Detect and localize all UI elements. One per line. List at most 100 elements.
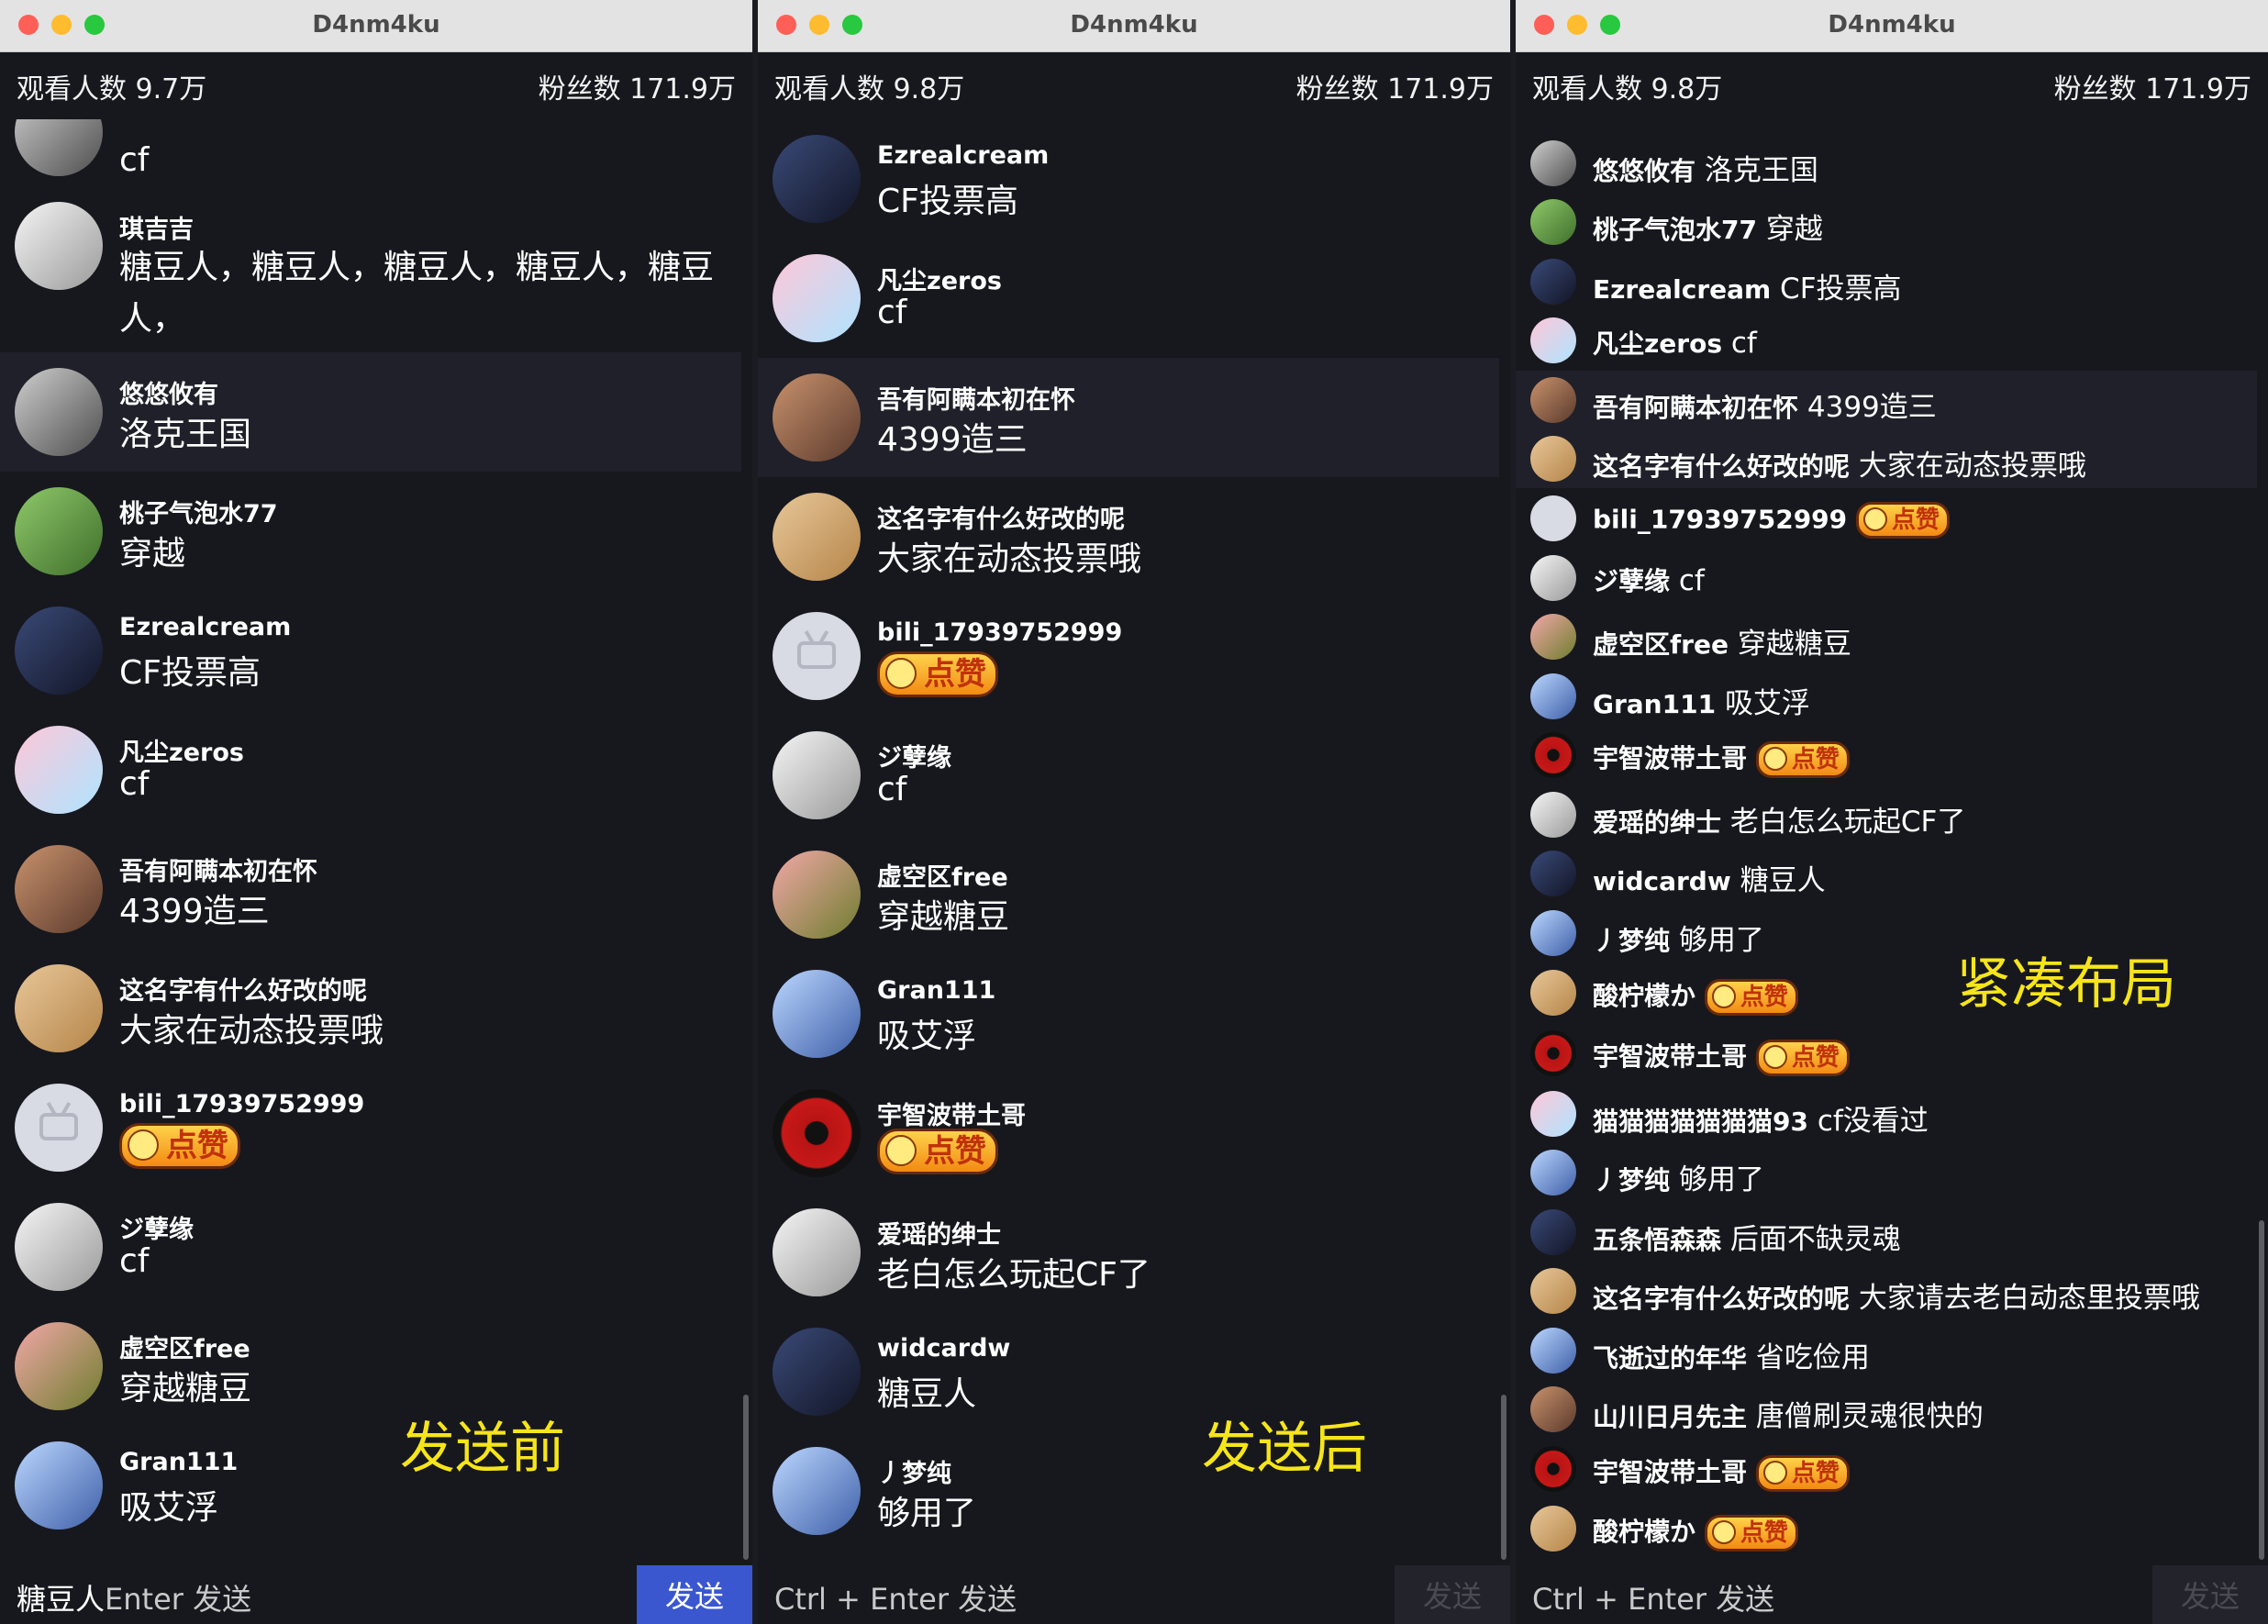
danmaku-text: cf bbox=[119, 765, 150, 803]
danmaku-input[interactable]: Ctrl + Enter 发送 bbox=[1532, 1576, 1774, 1618]
danmaku-item: 这名字有什么好改的呢 大家在动态投票哦 bbox=[0, 949, 741, 1068]
danmaku-text: 穿越糖豆 bbox=[877, 898, 1010, 936]
danmaku-text: 大家在动态投票哦 bbox=[119, 1012, 384, 1050]
scrollbar[interactable] bbox=[2259, 1220, 2264, 1560]
thumbs-up-icon bbox=[1863, 507, 1888, 531]
like-sticker: 点赞 bbox=[877, 1129, 998, 1174]
user-avatar bbox=[1530, 1386, 1576, 1432]
danmaku-list[interactable]: cf 琪吉吉 糖豆人，糖豆人，糖豆人，糖豆人，糖豆人， 悠悠攸有 洛克王国 桃子… bbox=[0, 119, 752, 1563]
danmaku-username: 宇智波带土哥 bbox=[1593, 1041, 1748, 1072]
danmaku-username: widcardw bbox=[877, 1334, 1011, 1363]
danmaku-item: Ezrealcream CF投票高 bbox=[1516, 252, 2257, 311]
danmaku-item: 猫猫猫猫猫猫猫93 cf没看过 bbox=[1516, 1085, 2257, 1143]
user-avatar bbox=[1530, 851, 1576, 896]
user-avatar bbox=[773, 1328, 861, 1416]
danmaku-text: 唐僧刷灵魂很快的 bbox=[1755, 1400, 1984, 1433]
danmaku-item: 宇智波带土哥 点赞 bbox=[758, 1073, 1499, 1193]
user-avatar bbox=[773, 1089, 861, 1177]
danmaku-username: 爱瑶的绅士 bbox=[877, 1221, 1001, 1250]
user-avatar bbox=[1530, 555, 1576, 601]
danmaku-username: ジ孽缘 bbox=[119, 1216, 194, 1244]
danmaku-item: 爱瑶的绅士 老白怎么玩起CF了 bbox=[758, 1193, 1499, 1312]
danmaku-list[interactable]: 悠悠攸有 洛克王国 桃子气泡水77 穿越 Ezrealcream CF投票高 凡… bbox=[1516, 119, 2268, 1563]
room-stats: 观看人数 9.8万 粉丝数 171.9万 bbox=[1532, 66, 2251, 106]
send-button[interactable]: 发送 bbox=[2152, 1565, 2268, 1624]
danmaku-window-after: D4nm4ku 观看人数 9.8万 粉丝数 171.9万 Ezrealcream… bbox=[758, 0, 1510, 1624]
like-badge: 点赞 bbox=[877, 1129, 998, 1174]
thumbs-up-icon bbox=[1711, 984, 1736, 1008]
danmaku-username: Gran111 bbox=[1593, 689, 1717, 719]
thumbs-up-icon bbox=[1762, 1460, 1787, 1485]
like-text: 点赞 bbox=[166, 1128, 228, 1164]
danmaku-username: 丿梦纯 bbox=[877, 1460, 951, 1488]
danmaku-username: 悠悠攸有 bbox=[1593, 156, 1696, 186]
user-avatar bbox=[15, 1322, 103, 1410]
user-avatar bbox=[1530, 792, 1576, 838]
danmaku-username: 这名字有什么好改的呢 bbox=[119, 977, 367, 1006]
title-bar[interactable]: D4nm4ku bbox=[758, 0, 1510, 52]
danmaku-username: bili_17939752999 bbox=[1593, 504, 1848, 535]
danmaku-item: 桃子气泡水77 穿越 bbox=[1516, 193, 2257, 251]
danmaku-item: 凡尘zeros cf bbox=[758, 239, 1499, 358]
danmaku-input-bar: Ctrl + Enter 发送 发送 bbox=[1516, 1565, 2268, 1624]
user-avatar bbox=[1530, 1030, 1576, 1076]
danmaku-item: bili_17939752999 点赞 bbox=[0, 1068, 741, 1187]
danmaku-item: widcardw 糖豆人 bbox=[1516, 844, 2257, 903]
danmaku-username: 桃子气泡水77 bbox=[119, 500, 278, 528]
scrollbar[interactable] bbox=[743, 1395, 749, 1560]
user-avatar bbox=[773, 135, 861, 223]
scrollbar[interactable] bbox=[1501, 1395, 1506, 1560]
user-avatar bbox=[773, 493, 861, 581]
like-text: 点赞 bbox=[1740, 1518, 1788, 1547]
danmaku-text: 糖豆人 bbox=[877, 1375, 977, 1413]
danmaku-username: 凡尘zeros bbox=[1593, 328, 1722, 359]
send-button[interactable]: 发送 bbox=[637, 1565, 752, 1624]
danmaku-window-before: D4nm4ku 观看人数 9.7万 粉丝数 171.9万 cf 琪吉吉 糖豆人，… bbox=[0, 0, 752, 1624]
like-text: 点赞 bbox=[1791, 745, 1840, 773]
danmaku-username: 宇智波带土哥 bbox=[1593, 1457, 1748, 1487]
danmaku-item: 凡尘zeros cf bbox=[1516, 311, 2257, 370]
danmaku-text: 够用了 bbox=[1678, 924, 1764, 957]
user-avatar bbox=[1530, 317, 1576, 363]
user-avatar bbox=[1530, 259, 1576, 305]
danmaku-item: 宇智波带土哥 点赞 bbox=[1516, 726, 2257, 784]
title-bar[interactable]: D4nm4ku bbox=[1516, 0, 2268, 52]
danmaku-item: Ezrealcream CF投票高 bbox=[758, 119, 1499, 239]
user-avatar bbox=[15, 1203, 103, 1291]
danmaku-text: 大家在动态投票哦 bbox=[1858, 450, 2086, 483]
window-title: D4nm4ku bbox=[1070, 11, 1198, 39]
user-avatar bbox=[773, 612, 861, 700]
viewer-count: 观看人数 9.8万 bbox=[1532, 73, 1723, 106]
title-bar[interactable]: D4nm4ku bbox=[0, 0, 752, 52]
send-button[interactable]: 发送 bbox=[1395, 1565, 1510, 1624]
user-avatar bbox=[1530, 495, 1576, 541]
danmaku-input[interactable]: 糖豆人Enter 发送 bbox=[17, 1576, 251, 1618]
danmaku-text: 穿越 bbox=[1765, 213, 1823, 246]
bilibili-tv-icon bbox=[797, 641, 836, 669]
like-text: 点赞 bbox=[1791, 1043, 1840, 1072]
danmaku-username: 虚空区free bbox=[877, 863, 1008, 892]
danmaku-username: bili_17939752999 bbox=[119, 1090, 365, 1118]
caption-label: 发送后 bbox=[1202, 1417, 1367, 1481]
danmaku-username: Ezrealcream bbox=[1593, 274, 1772, 305]
danmaku-item: 山川日月先主 唐僧刷灵魂很快的 bbox=[1516, 1380, 2257, 1439]
danmaku-item: 琪吉吉 糖豆人，糖豆人，糖豆人，糖豆人，糖豆人， bbox=[0, 202, 741, 339]
fan-count: 粉丝数 171.9万 bbox=[538, 73, 736, 106]
window-title: D4nm4ku bbox=[1828, 11, 1956, 39]
fan-count: 粉丝数 171.9万 bbox=[2053, 73, 2251, 106]
danmaku-text: 穿越糖豆 bbox=[1737, 628, 1851, 661]
danmaku-list[interactable]: Ezrealcream CF投票高 凡尘zeros cf 吾有阿瞒本初在怀 43… bbox=[758, 119, 1510, 1563]
like-sticker: 点赞 bbox=[877, 651, 998, 697]
danmaku-text: 4399造三 bbox=[877, 421, 1028, 459]
danmaku-text: 穿越糖豆 bbox=[119, 1370, 252, 1407]
danmaku-item: 酸柠檬か 点赞 bbox=[1516, 1499, 2257, 1558]
user-avatar bbox=[1530, 1506, 1576, 1552]
danmaku-item: 五条悟森森 后面不缺灵魂 bbox=[1516, 1203, 2257, 1262]
caption-label: 发送前 bbox=[400, 1417, 565, 1481]
danmaku-username: 酸柠檬か bbox=[1593, 981, 1696, 1011]
danmaku-username: bili_17939752999 bbox=[877, 618, 1123, 647]
danmaku-input[interactable]: Ctrl + Enter 发送 bbox=[774, 1576, 1017, 1618]
danmaku-username: 山川日月先主 bbox=[1593, 1402, 1748, 1432]
user-avatar bbox=[773, 851, 861, 939]
danmaku-item: bili_17939752999 点赞 bbox=[758, 596, 1499, 716]
